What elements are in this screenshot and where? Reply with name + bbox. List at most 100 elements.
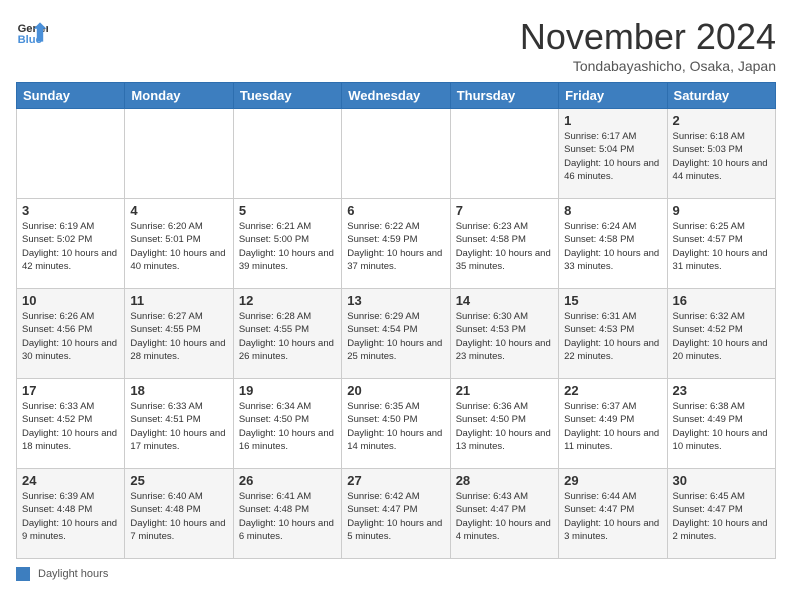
day-info: Sunrise: 6:37 AM Sunset: 4:49 PM Dayligh… [564, 400, 661, 453]
day-info: Sunrise: 6:19 AM Sunset: 5:02 PM Dayligh… [22, 220, 119, 273]
calendar-week-row: 17 Sunrise: 6:33 AM Sunset: 4:52 PM Dayli… [17, 379, 776, 469]
day-info: Sunrise: 6:31 AM Sunset: 4:53 PM Dayligh… [564, 310, 661, 363]
calendar-cell: 5 Sunrise: 6:21 AM Sunset: 5:00 PM Daylig… [233, 199, 341, 289]
calendar-week-row: 24 Sunrise: 6:39 AM Sunset: 4:48 PM Dayli… [17, 469, 776, 559]
day-number: 22 [564, 383, 661, 398]
calendar-table: SundayMondayTuesdayWednesdayThursdayFrid… [16, 82, 776, 559]
day-number: 19 [239, 383, 336, 398]
day-info: Sunrise: 6:30 AM Sunset: 4:53 PM Dayligh… [456, 310, 553, 363]
day-info: Sunrise: 6:39 AM Sunset: 4:48 PM Dayligh… [22, 490, 119, 543]
day-info: Sunrise: 6:24 AM Sunset: 4:58 PM Dayligh… [564, 220, 661, 273]
calendar-cell: 8 Sunrise: 6:24 AM Sunset: 4:58 PM Daylig… [559, 199, 667, 289]
svg-text:General: General [18, 23, 48, 35]
calendar-cell: 16 Sunrise: 6:32 AM Sunset: 4:52 PM Dayli… [667, 289, 775, 379]
weekday-header-sunday: Sunday [17, 83, 125, 109]
day-info: Sunrise: 6:27 AM Sunset: 4:55 PM Dayligh… [130, 310, 227, 363]
day-number: 12 [239, 293, 336, 308]
day-number: 16 [673, 293, 770, 308]
day-info: Sunrise: 6:28 AM Sunset: 4:55 PM Dayligh… [239, 310, 336, 363]
weekday-header-thursday: Thursday [450, 83, 558, 109]
day-number: 7 [456, 203, 553, 218]
calendar-cell [233, 109, 341, 199]
day-number: 27 [347, 473, 444, 488]
calendar-cell [342, 109, 450, 199]
calendar-cell [125, 109, 233, 199]
day-number: 21 [456, 383, 553, 398]
calendar-cell: 12 Sunrise: 6:28 AM Sunset: 4:55 PM Dayli… [233, 289, 341, 379]
day-info: Sunrise: 6:36 AM Sunset: 4:50 PM Dayligh… [456, 400, 553, 453]
day-number: 3 [22, 203, 119, 218]
day-info: Sunrise: 6:38 AM Sunset: 4:49 PM Dayligh… [673, 400, 770, 453]
day-number: 13 [347, 293, 444, 308]
calendar-cell: 9Sunrise: 6:25 AM Sunset: 4:57 PM Daylig… [667, 199, 775, 289]
day-info: Sunrise: 6:42 AM Sunset: 4:47 PM Dayligh… [347, 490, 444, 543]
day-info: Sunrise: 6:17 AM Sunset: 5:04 PM Dayligh… [564, 130, 661, 183]
calendar-cell: 20Sunrise: 6:35 AM Sunset: 4:50 PM Dayli… [342, 379, 450, 469]
calendar-cell: 30Sunrise: 6:45 AM Sunset: 4:47 PM Dayli… [667, 469, 775, 559]
day-number: 2 [673, 113, 770, 128]
logo-icon: General Blue [16, 16, 48, 48]
calendar-cell: 28Sunrise: 6:43 AM Sunset: 4:47 PM Dayli… [450, 469, 558, 559]
weekday-header-monday: Monday [125, 83, 233, 109]
day-number: 14 [456, 293, 553, 308]
calendar-cell: 26 Sunrise: 6:41 AM Sunset: 4:48 PM Dayli… [233, 469, 341, 559]
calendar-cell: 3 Sunrise: 6:19 AM Sunset: 5:02 PM Daylig… [17, 199, 125, 289]
calendar-week-row: 10Sunrise: 6:26 AM Sunset: 4:56 PM Dayli… [17, 289, 776, 379]
calendar-header-row: SundayMondayTuesdayWednesdayThursdayFrid… [17, 83, 776, 109]
calendar-cell: 2 Sunrise: 6:18 AM Sunset: 5:03 PM Daylig… [667, 109, 775, 199]
day-info: Sunrise: 6:25 AM Sunset: 4:57 PM Dayligh… [673, 220, 770, 273]
day-number: 1 [564, 113, 661, 128]
calendar-cell [17, 109, 125, 199]
day-number: 24 [22, 473, 119, 488]
day-info: Sunrise: 6:32 AM Sunset: 4:52 PM Dayligh… [673, 310, 770, 363]
day-number: 28 [456, 473, 553, 488]
day-number: 5 [239, 203, 336, 218]
day-number: 4 [130, 203, 227, 218]
day-info: Sunrise: 6:40 AM Sunset: 4:48 PM Dayligh… [130, 490, 227, 543]
day-info: Sunrise: 6:34 AM Sunset: 4:50 PM Dayligh… [239, 400, 336, 453]
calendar-cell: 11Sunrise: 6:27 AM Sunset: 4:55 PM Dayli… [125, 289, 233, 379]
calendar-cell: 25Sunrise: 6:40 AM Sunset: 4:48 PM Dayli… [125, 469, 233, 559]
day-number: 18 [130, 383, 227, 398]
calendar-cell: 21 Sunrise: 6:36 AM Sunset: 4:50 PM Dayli… [450, 379, 558, 469]
day-info: Sunrise: 6:20 AM Sunset: 5:01 PM Dayligh… [130, 220, 227, 273]
month-title: November 2024 [520, 16, 776, 58]
calendar-cell: 10Sunrise: 6:26 AM Sunset: 4:56 PM Dayli… [17, 289, 125, 379]
day-info: Sunrise: 6:21 AM Sunset: 5:00 PM Dayligh… [239, 220, 336, 273]
day-number: 17 [22, 383, 119, 398]
day-info: Sunrise: 6:41 AM Sunset: 4:48 PM Dayligh… [239, 490, 336, 543]
weekday-header-friday: Friday [559, 83, 667, 109]
day-number: 8 [564, 203, 661, 218]
day-info: Sunrise: 6:33 AM Sunset: 4:52 PM Dayligh… [22, 400, 119, 453]
calendar-cell: 7 Sunrise: 6:23 AM Sunset: 4:58 PM Daylig… [450, 199, 558, 289]
page-header: General Blue November 2024 Tondabayashic… [16, 16, 776, 74]
weekday-header-tuesday: Tuesday [233, 83, 341, 109]
weekday-header-wednesday: Wednesday [342, 83, 450, 109]
calendar-cell: 23 Sunrise: 6:38 AM Sunset: 4:49 PM Dayli… [667, 379, 775, 469]
calendar-cell [450, 109, 558, 199]
day-info: Sunrise: 6:18 AM Sunset: 5:03 PM Dayligh… [673, 130, 770, 183]
day-number: 29 [564, 473, 661, 488]
day-number: 20 [347, 383, 444, 398]
day-number: 15 [564, 293, 661, 308]
calendar-cell: 17 Sunrise: 6:33 AM Sunset: 4:52 PM Dayli… [17, 379, 125, 469]
day-info: Sunrise: 6:23 AM Sunset: 4:58 PM Dayligh… [456, 220, 553, 273]
calendar-week-row: 1 Sunrise: 6:17 AM Sunset: 5:04 PM Daylig… [17, 109, 776, 199]
legend: Daylight hours [16, 567, 776, 581]
logo: General Blue [16, 16, 48, 48]
calendar-cell: 18Sunrise: 6:33 AM Sunset: 4:51 PM Dayli… [125, 379, 233, 469]
calendar-cell: 6Sunrise: 6:22 AM Sunset: 4:59 PM Daylig… [342, 199, 450, 289]
day-number: 26 [239, 473, 336, 488]
day-number: 6 [347, 203, 444, 218]
calendar-cell: 22 Sunrise: 6:37 AM Sunset: 4:49 PM Dayli… [559, 379, 667, 469]
weekday-header-saturday: Saturday [667, 83, 775, 109]
title-block: November 2024 Tondabayashicho, Osaka, Ja… [520, 16, 776, 74]
calendar-cell: 14 Sunrise: 6:30 AM Sunset: 4:53 PM Dayli… [450, 289, 558, 379]
day-info: Sunrise: 6:44 AM Sunset: 4:47 PM Dayligh… [564, 490, 661, 543]
calendar-cell: 29 Sunrise: 6:44 AM Sunset: 4:47 PM Dayli… [559, 469, 667, 559]
day-number: 10 [22, 293, 119, 308]
day-number: 30 [673, 473, 770, 488]
day-number: 23 [673, 383, 770, 398]
calendar-cell: 24 Sunrise: 6:39 AM Sunset: 4:48 PM Dayli… [17, 469, 125, 559]
location-subtitle: Tondabayashicho, Osaka, Japan [520, 58, 776, 74]
